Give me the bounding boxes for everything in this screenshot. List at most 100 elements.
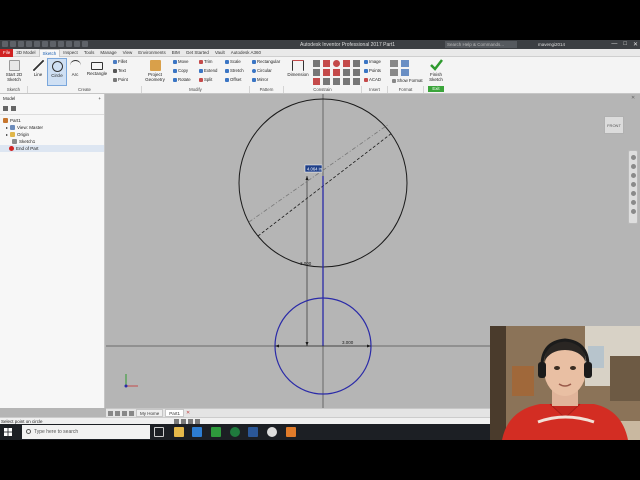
copy-button[interactable]: Copy (173, 68, 188, 73)
show-constraints-icon[interactable] (333, 78, 340, 85)
relax-mode-icon[interactable] (353, 78, 360, 85)
material-icon[interactable] (74, 41, 80, 47)
panel-modify[interactable]: Modify (142, 86, 250, 93)
finish-sketch-button[interactable]: Finish Sketch (426, 59, 446, 82)
panel-pattern[interactable]: Pattern (250, 86, 284, 93)
project-geometry-button[interactable]: Project Geometry (143, 60, 167, 82)
acad-button[interactable]: ACAD (364, 77, 381, 82)
windows-start-icon[interactable] (4, 428, 12, 436)
fix-constraint-icon[interactable] (343, 60, 350, 67)
expand-arrow-icon[interactable]: ▸ (6, 124, 8, 131)
horizontal-constraint-icon[interactable] (323, 69, 330, 76)
dimension-button[interactable]: Dimension (286, 60, 310, 77)
inventor-taskbar-icon[interactable] (286, 427, 296, 437)
tile-horizontal-icon[interactable] (108, 410, 113, 416)
panel-exit[interactable]: Exit (428, 86, 444, 92)
tab-bim[interactable]: BIM (169, 49, 183, 57)
point-button[interactable]: Point (113, 77, 128, 82)
taskbar-search-input[interactable]: Type here to search (22, 425, 150, 439)
trim-button[interactable]: Trim (199, 59, 212, 64)
circular-pattern-button[interactable]: Circular (252, 68, 272, 73)
split-button[interactable]: Split (199, 77, 212, 82)
tab-my-home[interactable]: My Home (136, 409, 164, 417)
redo-icon[interactable] (42, 41, 48, 47)
tab-inspect[interactable]: Inspect (60, 49, 81, 57)
open-icon[interactable] (18, 41, 24, 47)
tree-item-origin[interactable]: ▸ Origin (0, 131, 104, 138)
browser-title[interactable]: Model (3, 94, 15, 104)
find-icon[interactable] (11, 105, 16, 111)
driven-dimension-icon[interactable] (401, 69, 409, 76)
app-green-icon[interactable] (230, 427, 240, 437)
tree-item-view-master[interactable]: ▸ View: Master (0, 124, 104, 131)
word-icon[interactable] (248, 427, 258, 437)
tab-autodesk-a360[interactable]: Autodesk A360 (228, 49, 264, 57)
minimize-button[interactable]: — (611, 41, 617, 48)
orbit-icon[interactable] (630, 182, 636, 187)
panel-format[interactable]: Format (388, 86, 424, 93)
text-button[interactable]: Text (113, 68, 126, 73)
offset-button[interactable]: Offset (225, 77, 241, 82)
store-icon[interactable] (211, 427, 221, 437)
line-button[interactable]: Line (31, 60, 45, 77)
browser-add-icon[interactable]: + (98, 94, 101, 104)
update-icon[interactable] (58, 41, 64, 47)
tangent-constraint-icon[interactable] (343, 69, 350, 76)
symmetric-constraint-icon[interactable] (313, 78, 320, 85)
center-point-icon[interactable] (390, 69, 398, 76)
select-icon[interactable] (66, 41, 72, 47)
arc-button[interactable]: Arc (68, 60, 82, 77)
new-icon[interactable] (10, 41, 16, 47)
look-at-icon[interactable] (630, 191, 636, 196)
panel-sketch[interactable]: Sketch (0, 86, 28, 93)
close-button[interactable]: ✕ (633, 41, 638, 48)
tree-item-sketch1[interactable]: Sketch1 (0, 138, 104, 145)
tab-tools[interactable]: Tools (81, 49, 98, 57)
construction-icon[interactable] (390, 60, 398, 67)
circle-button[interactable]: Circle (47, 58, 67, 86)
tab-view[interactable]: View (120, 49, 136, 57)
tree-item-part1[interactable]: Part1 (0, 117, 104, 124)
zoom-icon[interactable] (630, 173, 636, 178)
edge-icon[interactable] (192, 427, 202, 437)
collinear-constraint-icon[interactable] (323, 60, 330, 67)
points-button[interactable]: Points (364, 68, 381, 73)
viewcube[interactable]: FRONT (604, 116, 624, 134)
tree-item-end-of-part[interactable]: End of Part (0, 145, 104, 152)
tab-file[interactable]: File (0, 48, 14, 57)
vertical-dimension-text[interactable]: 3.000 (300, 261, 312, 266)
tab-environments[interactable]: Environments (135, 49, 169, 57)
panel-insert[interactable]: Insert (362, 86, 388, 93)
tab-vault[interactable]: Vault (212, 49, 228, 57)
horizontal-dimension-text[interactable]: 3.000 (342, 340, 354, 345)
close-tab-icon[interactable]: ✕ (186, 410, 190, 416)
rectangular-pattern-button[interactable]: Rectangular (252, 59, 280, 64)
move-button[interactable]: Move (173, 59, 189, 64)
vertical-constraint-icon[interactable] (333, 69, 340, 76)
arrange-icon[interactable] (129, 410, 134, 416)
perpendicular-constraint-icon[interactable] (313, 69, 320, 76)
coincident-constraint-icon[interactable] (313, 60, 320, 67)
expand-arrow-icon[interactable]: ▸ (6, 131, 8, 138)
navbar-settings-icon[interactable] (630, 209, 636, 214)
auto-dimension-icon[interactable] (343, 78, 350, 85)
equal-constraint-icon[interactable] (323, 78, 330, 85)
help-search-input[interactable]: Search Help & Commands... (445, 41, 517, 48)
smooth-constraint-icon[interactable] (353, 69, 360, 76)
pan-icon[interactable] (630, 164, 636, 169)
task-view-icon[interactable] (154, 427, 164, 437)
undo-icon[interactable] (34, 41, 40, 47)
start-2d-sketch-button[interactable]: Start 2D Sketch (3, 60, 25, 82)
stretch-button[interactable]: Stretch (225, 68, 244, 73)
appearance-icon[interactable] (82, 41, 88, 47)
tab-manage[interactable]: Manage (97, 49, 119, 57)
maximize-button[interactable]: □ (623, 41, 627, 48)
tab-get-started[interactable]: Get Started (183, 49, 212, 57)
file-explorer-icon[interactable] (174, 427, 184, 437)
filter-icon[interactable] (3, 105, 8, 111)
fillet-button[interactable]: Fillet (113, 59, 127, 64)
extend-button[interactable]: Extend (199, 68, 217, 73)
image-button[interactable]: Image (364, 59, 381, 64)
tab-part1[interactable]: Part1 (165, 409, 185, 417)
zoom-all-icon[interactable] (630, 200, 636, 205)
